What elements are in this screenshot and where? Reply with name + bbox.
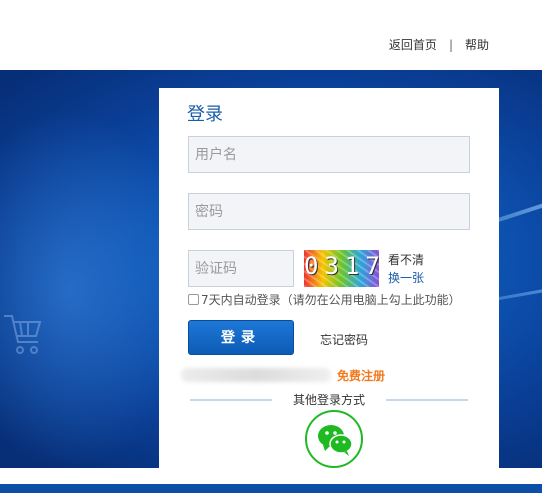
- help-link[interactable]: 帮助: [465, 36, 489, 53]
- wechat-login-button[interactable]: [305, 410, 363, 468]
- captcha-image[interactable]: 0317: [304, 250, 379, 287]
- login-title: 登录: [187, 104, 223, 125]
- captcha-hint: 看不清: [388, 253, 425, 267]
- remember-checkbox[interactable]: [188, 294, 199, 305]
- login-button[interactable]: 登录: [188, 320, 294, 355]
- forgot-password-link[interactable]: 忘记密码: [320, 331, 368, 348]
- register-link[interactable]: 免费注册: [337, 367, 385, 384]
- captcha-refresh-link[interactable]: 换一张: [388, 269, 424, 286]
- cart-icon: [4, 315, 42, 354]
- home-link[interactable]: 返回首页: [389, 36, 437, 53]
- link-separator: |: [448, 37, 453, 52]
- top-bar: 返回首页 | 帮助: [0, 0, 542, 70]
- other-login-divider: 其他登录方式: [190, 391, 468, 407]
- bottom-bar: [0, 468, 542, 493]
- login-panel: 登录 0317 看不清 换一张 7天内自动登录（请勿在公用电脑上勾上此功能） 登…: [159, 88, 499, 468]
- captcha-input[interactable]: [188, 250, 294, 287]
- remember-me[interactable]: 7天内自动登录（请勿在公用电脑上勾上此功能）: [188, 291, 461, 308]
- wechat-icon: [318, 425, 353, 456]
- blurred-text: [181, 368, 331, 382]
- remember-label: 7天内自动登录（请勿在公用电脑上勾上此功能）: [201, 293, 461, 307]
- captcha-code: 0317: [304, 252, 379, 280]
- top-links: 返回首页 | 帮助: [389, 36, 489, 53]
- other-login-label: 其他登录方式: [292, 393, 365, 407]
- username-input[interactable]: [188, 136, 470, 173]
- bottom-stripe: [0, 484, 542, 493]
- password-input[interactable]: [188, 193, 470, 230]
